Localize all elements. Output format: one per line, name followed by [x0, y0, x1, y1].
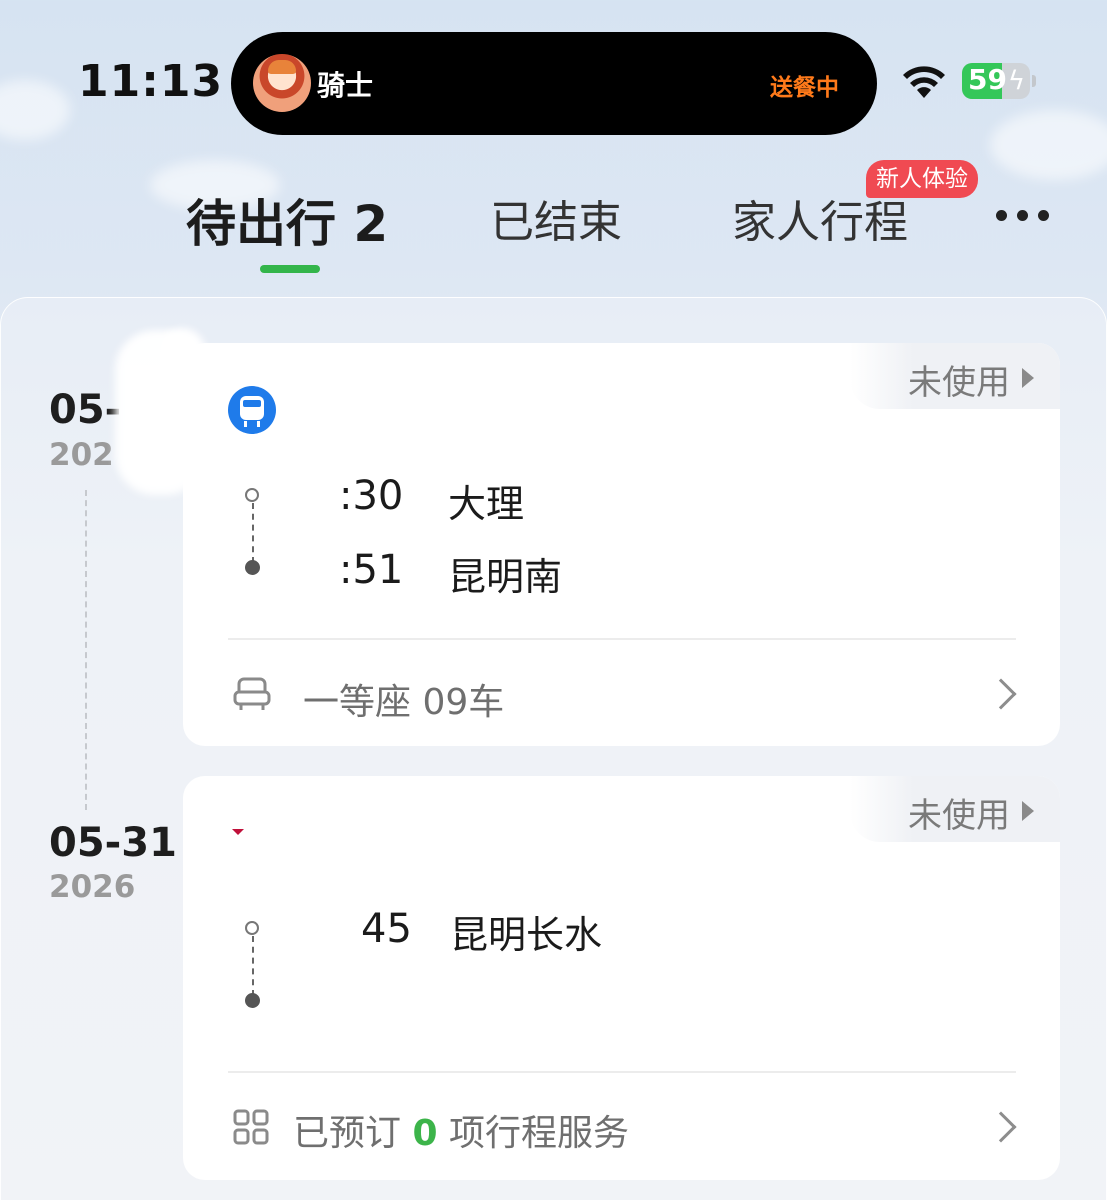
arrival-time: :51 — [339, 547, 404, 593]
charging-bolt-icon: ϟ — [1007, 66, 1025, 96]
booked-prefix: 已预订 — [293, 1113, 402, 1154]
tab-upcoming[interactable]: 待出行 2 — [186, 184, 388, 256]
chevron-right-icon[interactable] — [985, 1111, 1017, 1143]
trip-year: 2026 — [49, 869, 136, 905]
card-divider — [228, 1071, 1016, 1073]
card-divider — [228, 638, 1016, 640]
more-options-icon[interactable] — [996, 210, 1049, 221]
battery-nub — [1032, 75, 1036, 87]
trip-card-flight[interactable]: 未使用 45 昆明长水 已预订 0 项行程服务 — [183, 776, 1060, 1180]
route-end-dot — [245, 560, 260, 575]
chevron-right-icon[interactable] — [985, 678, 1017, 710]
departure-station: 昆明长水 — [450, 913, 603, 957]
trip-date: 05-31 — [49, 820, 177, 866]
route-end-dot — [245, 993, 260, 1008]
route-line — [252, 936, 254, 996]
route-line — [252, 503, 254, 563]
trip-card-train[interactable]: 未使用 :30 大理 :51 昆明南 一等座 09车 — [183, 343, 1060, 746]
seat-icon — [233, 677, 271, 710]
battery-percent: 59 — [968, 63, 1007, 96]
status-tag[interactable]: 未使用 — [850, 776, 1060, 842]
status-label: 未使用 — [908, 796, 1010, 836]
background-cloud — [990, 110, 1107, 180]
route-start-dot — [245, 921, 259, 935]
play-arrow-icon — [1022, 801, 1034, 821]
route-start-dot — [245, 488, 259, 502]
status-label: 未使用 — [908, 363, 1010, 403]
new-user-badge: 新人体验 — [866, 160, 978, 198]
status-tag[interactable]: 未使用 — [850, 343, 1060, 409]
trip-date: 05- — [49, 387, 122, 433]
booked-suffix: 项行程服务 — [448, 1113, 629, 1154]
play-arrow-icon — [1022, 368, 1034, 388]
rider-label: 骑士 — [317, 69, 374, 102]
timeline-line — [85, 490, 87, 810]
booked-count: 0 — [412, 1113, 438, 1154]
departure-time: 45 — [361, 906, 412, 952]
active-tab-indicator — [260, 265, 320, 273]
services-grid-icon — [233, 1109, 269, 1145]
booked-services: 已预订 0 项行程服务 — [293, 1104, 629, 1156]
delivery-status: 送餐中 — [770, 75, 839, 101]
privacy-smudge — [160, 328, 205, 388]
dynamic-island[interactable]: 骑士 送餐中 — [231, 32, 877, 135]
trip-year: 202 — [49, 437, 114, 473]
rider-avatar-icon — [253, 54, 311, 112]
background-cloud — [0, 80, 70, 140]
airline-logo-icon — [232, 829, 244, 835]
seat-info: 一等座 09车 — [303, 682, 505, 723]
arrival-station: 昆明南 — [448, 555, 563, 599]
status-time: 11:13 — [78, 56, 224, 107]
tab-finished[interactable]: 已结束 — [490, 186, 622, 250]
departure-time: :30 — [339, 473, 404, 519]
wifi-icon — [903, 66, 945, 98]
train-icon — [228, 386, 276, 434]
battery-indicator: 59 ϟ — [962, 63, 1030, 99]
departure-station: 大理 — [448, 482, 525, 526]
